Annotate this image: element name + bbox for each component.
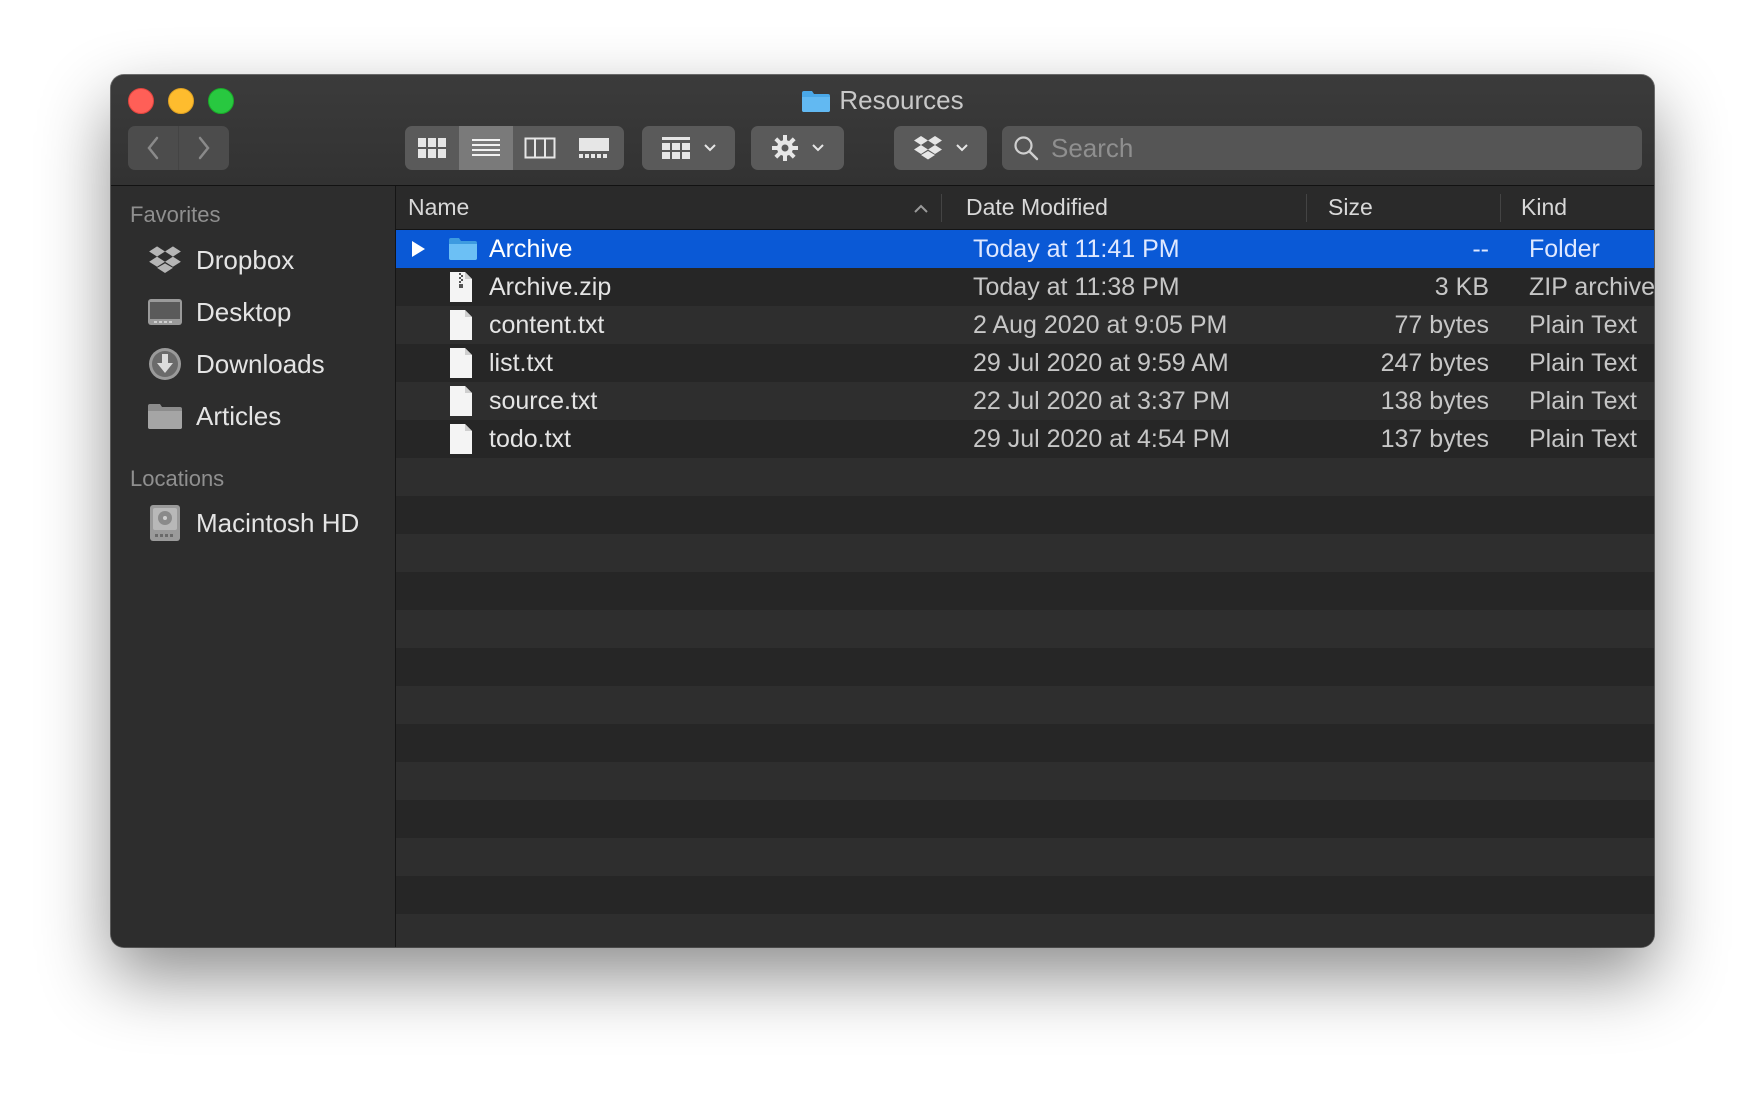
sidebar-item-desktop[interactable]: Desktop [111, 289, 395, 335]
toolbar: Resources [111, 75, 1654, 186]
sidebar-item-macintosh-hd[interactable]: Macintosh HD [111, 500, 395, 546]
forward-button[interactable] [178, 126, 229, 170]
icon-view-button[interactable] [405, 126, 459, 170]
sidebar-heading-favorites: Favorites [130, 202, 221, 227]
gallery-view-button[interactable] [567, 126, 621, 170]
empty-row [396, 610, 1654, 648]
hard-drive-icon [146, 504, 184, 542]
chevron-right-icon [198, 136, 210, 160]
empty-row [396, 800, 1654, 838]
sidebar-item-label: Downloads [196, 348, 325, 379]
chevron-left-icon [147, 136, 159, 160]
empty-row [396, 458, 1654, 496]
empty-row [396, 496, 1654, 534]
file-size: -- [1472, 235, 1489, 263]
sidebar-item-downloads[interactable]: Downloads [111, 341, 395, 387]
file-size: 3 KB [1434, 273, 1489, 301]
file-row[interactable]: list.txt 29 Jul 2020 at 9:59 AM 247 byte… [396, 344, 1654, 382]
file-size: 138 bytes [1380, 387, 1489, 415]
dropbox-dropdown[interactable] [894, 126, 987, 170]
column-header: Name Date Modified Size Kind [396, 186, 1654, 230]
window-title: Resources [111, 83, 1654, 121]
finder-window: Resources Search Favorites Dropbox Deskt… [111, 75, 1654, 947]
file-kind: Folder [1529, 235, 1600, 263]
chevron-down-icon [703, 144, 716, 152]
window-title-label: Resources [839, 85, 964, 115]
column-date-modified[interactable]: Date Modified [966, 186, 1108, 229]
gallery-view-icon [579, 138, 609, 158]
file-size: 247 bytes [1380, 349, 1489, 377]
navigation-buttons [128, 126, 229, 170]
sidebar-heading-locations: Locations [130, 466, 225, 491]
empty-row [396, 724, 1654, 762]
gear-icon [771, 135, 798, 161]
empty-row [396, 572, 1654, 610]
action-dropdown[interactable] [751, 126, 844, 170]
view-mode-selector [405, 126, 624, 170]
column-view-button[interactable] [513, 126, 567, 170]
file-row[interactable]: content.txt 2 Aug 2020 at 9:05 PM 77 byt… [396, 306, 1654, 344]
action-button[interactable] [751, 126, 844, 170]
file-kind: Plain Text [1529, 311, 1637, 339]
empty-row [396, 534, 1654, 572]
search-field[interactable] [1002, 126, 1642, 170]
file-row[interactable]: Archive.zip Today at 11:38 PM 3 KB ZIP a… [396, 268, 1654, 306]
file-kind: Plain Text [1529, 425, 1637, 453]
file-row[interactable]: source.txt 22 Jul 2020 at 3:37 PM 138 by… [396, 382, 1654, 420]
sidebar-item-dropbox[interactable]: Dropbox [111, 237, 395, 283]
search-input[interactable] [1049, 131, 1642, 165]
desktop-icon [146, 297, 184, 327]
dropbox-icon [146, 245, 184, 275]
column-size[interactable]: Size [1328, 186, 1373, 229]
column-divider[interactable] [1500, 194, 1501, 222]
folder-icon [801, 87, 831, 121]
empty-row [396, 762, 1654, 800]
column-name[interactable]: Name [408, 186, 469, 229]
dropbox-icon [913, 136, 942, 160]
file-list: Name Date Modified Size Kind Archive Tod… [396, 186, 1654, 947]
chevron-down-icon [811, 144, 824, 152]
back-button[interactable] [128, 126, 178, 170]
empty-row [396, 876, 1654, 914]
sidebar-item-label: Dropbox [196, 244, 295, 275]
empty-row [396, 686, 1654, 724]
file-size: 77 bytes [1394, 311, 1489, 339]
file-size: 137 bytes [1380, 425, 1489, 453]
file-rows: Archive Today at 11:41 PM -- Folder Arch… [396, 230, 1654, 947]
group-by-button[interactable] [642, 126, 735, 170]
column-kind[interactable]: Kind [1521, 186, 1567, 229]
sidebar-item-articles[interactable]: Articles [111, 393, 395, 439]
file-kind: ZIP archive [1529, 273, 1654, 301]
file-row[interactable]: Archive Today at 11:41 PM -- Folder [396, 230, 1654, 268]
sidebar-item-label: Macintosh HD [196, 507, 360, 538]
column-view-icon [524, 137, 556, 159]
empty-row [396, 648, 1654, 686]
folder-icon [146, 402, 184, 430]
sidebar-item-label: Desktop [196, 296, 292, 327]
sort-ascending-icon[interactable] [913, 201, 929, 219]
file-row[interactable]: todo.txt 29 Jul 2020 at 4:54 PM 137 byte… [396, 420, 1654, 458]
icon-view-icon [418, 138, 446, 158]
dropbox-button[interactable] [894, 126, 987, 170]
empty-row [396, 838, 1654, 876]
column-divider[interactable] [941, 194, 942, 222]
sidebar: Favorites Dropbox Desktop Downloads Arti… [111, 186, 396, 947]
file-kind: Plain Text [1529, 349, 1637, 377]
list-view-icon [472, 139, 500, 156]
group-icon [661, 137, 690, 159]
sidebar-item-label: Articles [196, 400, 282, 431]
chevron-down-icon [955, 144, 968, 152]
column-divider[interactable] [1306, 194, 1307, 222]
list-view-button[interactable] [459, 126, 513, 170]
group-by-dropdown[interactable] [642, 126, 735, 170]
file-kind: Plain Text [1529, 387, 1637, 415]
empty-row [396, 914, 1654, 947]
search-icon [1013, 135, 1039, 161]
downloads-icon [146, 346, 184, 382]
